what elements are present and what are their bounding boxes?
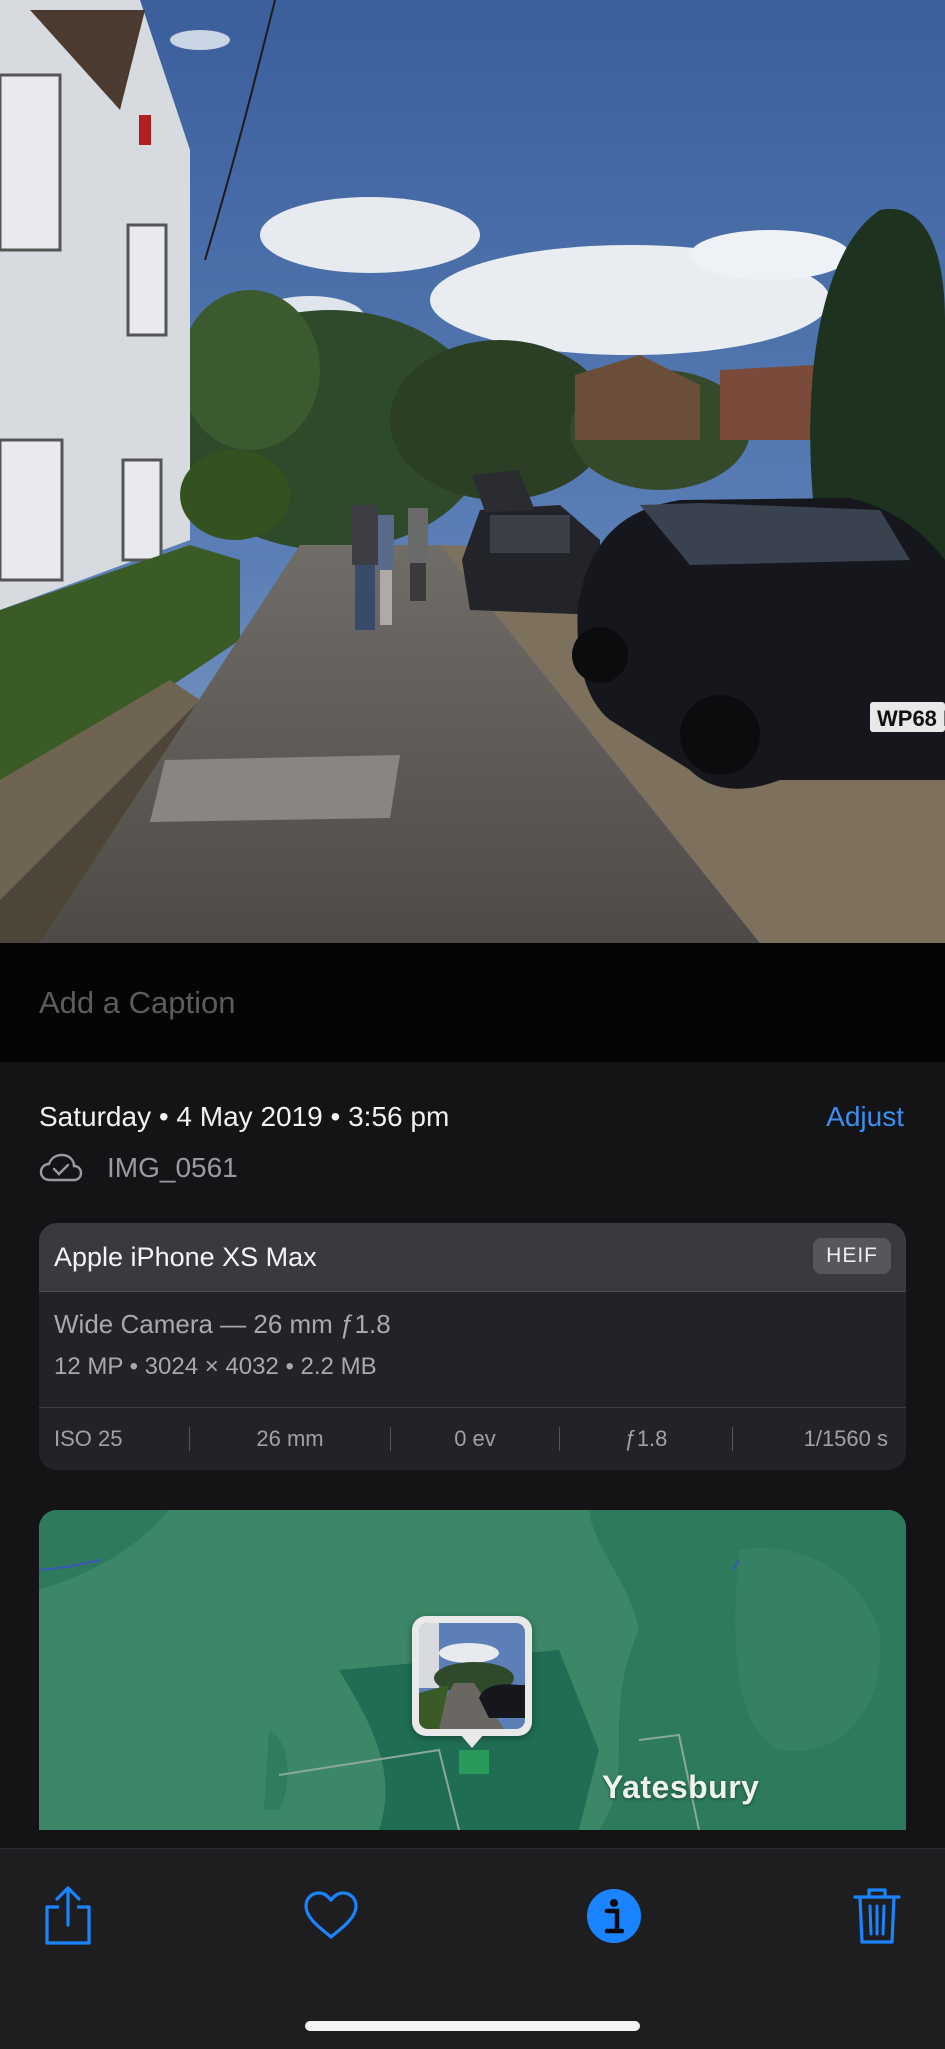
info-button[interactable] <box>579 1881 649 1951</box>
camera-card-header: Apple iPhone XS Max HEIF <box>39 1223 906 1292</box>
exif-focal-length: 26 mm <box>256 1426 324 1451</box>
lens-info: Wide Camera — 26 mm ƒ1.8 <box>54 1309 391 1339</box>
license-plate: WP68 F <box>877 706 945 731</box>
format-badge: HEIF <box>813 1238 891 1274</box>
bottom-toolbar <box>0 1848 945 2049</box>
delete-button[interactable] <box>842 1881 912 1951</box>
exif-shutter-speed: 1/1560 s <box>803 1426 888 1451</box>
file-row: IMG_0561 <box>39 1148 238 1188</box>
photo-datetime: Saturday • 4 May 2019 • 3:56 pm <box>39 1101 450 1132</box>
exif-row: ISO 25 26 mm 0 ev ƒ1.8 1/1560 s <box>39 1408 906 1470</box>
trash-icon <box>853 1888 901 1944</box>
photo-viewer[interactable]: WP68 F <box>0 0 945 943</box>
street-photo: WP68 F <box>0 0 945 943</box>
location-thumbnail <box>419 1623 525 1729</box>
exif-exposure-value: 0 ev <box>454 1426 496 1451</box>
photo-location-pin[interactable] <box>412 1616 532 1748</box>
heart-icon <box>304 1891 358 1939</box>
camera-info-card: Apple iPhone XS Max HEIF Wide Camera — 2… <box>39 1223 906 1470</box>
pin-pointer <box>460 1734 484 1748</box>
home-indicator[interactable] <box>305 2021 640 2031</box>
device-name: Apple iPhone XS Max <box>54 1242 317 1272</box>
caption-bar[interactable]: Add a Caption <box>0 943 945 1062</box>
map-place-label: Yatesbury <box>602 1769 760 1805</box>
info-icon <box>587 1889 641 1943</box>
image-specs: 12 MP • 3024 × 4032 • 2.2 MB <box>54 1353 377 1380</box>
file-name: IMG_0561 <box>107 1152 238 1183</box>
exif-aperture: ƒ1.8 <box>624 1426 668 1451</box>
share-icon <box>45 1886 91 1945</box>
share-button[interactable] <box>33 1881 103 1951</box>
icloud-check-icon <box>39 1153 83 1182</box>
location-map[interactable]: Yatesbury <box>39 1510 906 1830</box>
adjust-button[interactable]: Adjust <box>826 1101 904 1133</box>
caption-input[interactable]: Add a Caption <box>39 985 235 1021</box>
exif-iso: ISO 25 <box>54 1426 123 1451</box>
favorite-button[interactable] <box>296 1881 366 1951</box>
